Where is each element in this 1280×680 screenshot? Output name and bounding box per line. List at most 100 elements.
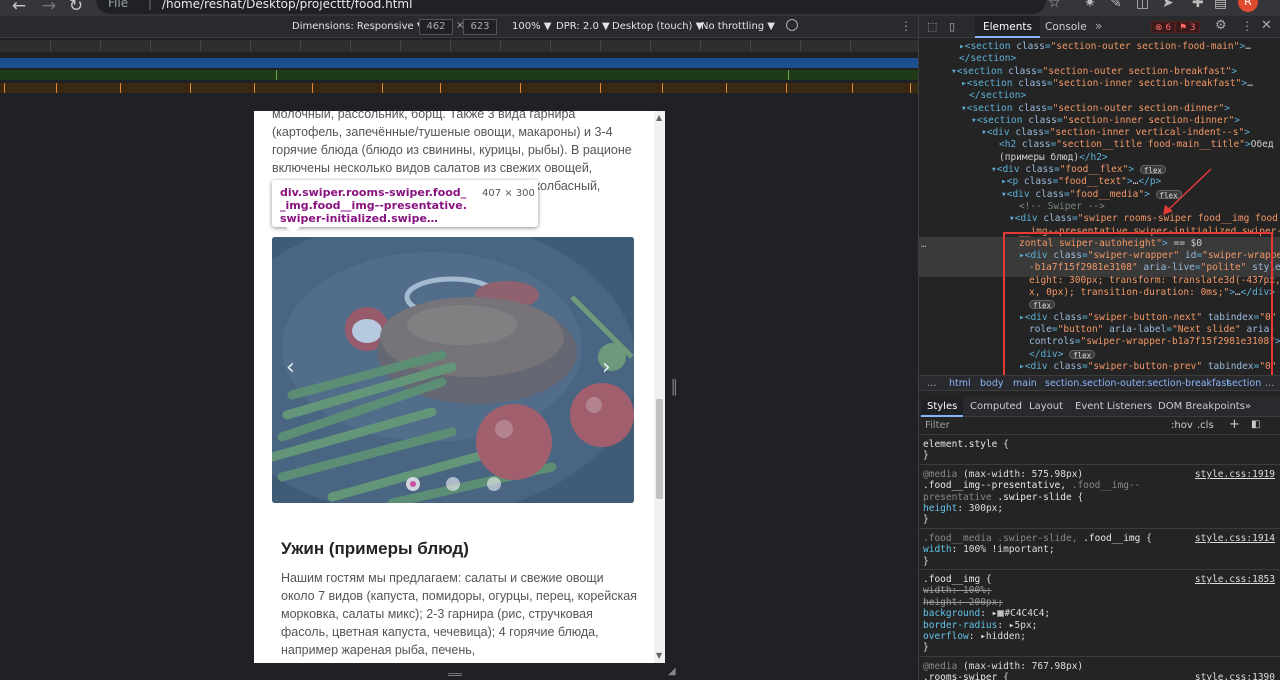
puzzle-icon[interactable]: ✚ [1192,0,1204,11]
resize-handle-corner[interactable]: ◢ [668,666,676,677]
tab-console[interactable]: Console [1037,16,1095,38]
inspect-element-icon[interactable]: ⬚ [927,20,937,33]
resize-handle-bottom[interactable]: ═══ [448,670,462,680]
stylesheet-link[interactable]: style.css:1853 [1195,574,1275,585]
tab-event-listeners[interactable]: Event Listeners [1069,397,1158,417]
css-rule-line[interactable]: .rooms-swiper { [923,672,1009,680]
media-query-bar-orange[interactable] [0,83,918,93]
breadcrumb-body[interactable]: body [980,378,1004,389]
css-rule-line[interactable]: .food__img--presentative, .food__img-- [923,480,1140,491]
breadcrumb-html[interactable]: html [949,378,971,389]
css-rule-line[interactable]: @media (max-width: 575.98px) [923,469,1083,480]
dom-node-line[interactable]: ▾<div class="food__flex"> flex [919,164,1280,176]
more-styles-tabs-icon[interactable]: » [1239,397,1257,417]
media-query-bar-blue[interactable] [0,58,918,68]
tab-layout[interactable]: Layout [1023,397,1069,417]
css-rule-line[interactable]: .food__img { [923,574,992,585]
warning-count-badge[interactable]: ⚑ 3 [1175,21,1200,33]
error-count-badge[interactable]: ⊗ 6 [1151,21,1176,33]
dom-node-line[interactable]: ▾<section class="section-inner section-d… [919,115,1280,127]
throttling-dropdown[interactable]: No throttling ▼ [701,21,775,32]
media-query-bar-gray[interactable] [0,40,918,52]
css-rule-line[interactable]: } [923,450,929,461]
toggle-sidebar-icon[interactable]: ◧ [1251,419,1260,430]
css-rule-line[interactable]: height: 300px; [923,503,1003,514]
class-toggle[interactable]: .cls [1197,420,1214,431]
profile-sync-icon[interactable]: ▤ [1214,0,1227,11]
css-rule-line[interactable]: overflow: ▸hidden; [923,631,1026,642]
bookmark-star-icon[interactable]: ☆ [1048,0,1061,11]
avatar[interactable]: R [1238,0,1258,12]
extension-icon[interactable]: ◫ [1136,0,1149,11]
device-toggle-icon[interactable]: ▯ [949,20,955,33]
dom-node-line[interactable]: ▾<div class="section-inner vertical-inde… [919,127,1280,139]
extension-pen-icon[interactable]: ✎ [1110,0,1122,11]
css-rule-line[interactable]: height: 200px; [923,597,1003,608]
width-input[interactable]: 462 [419,19,453,35]
dom-node-line[interactable]: ▸<section class="section-inner section-b… [919,78,1280,90]
tab-dom-breakpoints[interactable]: DOM Breakpoints [1152,397,1251,417]
resize-handle-right[interactable]: ║ [670,380,678,396]
more-options-icon[interactable]: ⋮ [900,19,912,33]
extension-arrow-icon[interactable]: ➤ [1162,0,1174,11]
food-image-slider[interactable]: ‹ › [272,237,634,503]
dpr-dropdown[interactable]: DPR: 2.0 ▼ [556,21,610,32]
extension-gear-icon[interactable]: ✷ [1084,0,1096,11]
settings-gear-icon[interactable]: ⚙ [1215,18,1227,33]
breadcrumb-ellipsis[interactable]: … [927,378,937,389]
dom-node-line[interactable]: </section> [919,53,1280,65]
css-rule-line[interactable]: background: ▸ #C4C4C4; [923,608,1050,619]
hover-state-toggle[interactable]: :hov [1171,420,1193,431]
height-input[interactable]: 623 [463,19,497,35]
css-rule-line[interactable]: } [923,642,929,653]
css-rule-line[interactable]: width: 100% !important; [923,544,1055,555]
breadcrumb-section[interactable]: section [1227,378,1261,389]
stylesheet-link[interactable]: style.css:1390 [1195,672,1275,680]
css-rule-line[interactable]: @media (max-width: 767.98px) [923,661,1083,672]
dom-node-line[interactable]: ▸<section class="section-outer section-f… [919,41,1280,53]
reload-icon[interactable]: ↻ [67,0,85,16]
devtools-menu-icon[interactable]: ⋮ [1241,19,1253,33]
css-rule-line[interactable]: width: 100%; [923,585,992,596]
tab-styles[interactable]: Styles [921,397,964,417]
slider-next-button[interactable]: › [602,355,611,380]
dom-node-line[interactable]: ▸<p class="food__text">…</p> [919,176,1280,188]
stylesheet-link[interactable]: style.css:1919 [1195,469,1275,480]
dom-node-line[interactable]: ▾<div class="food__media"> flex [919,189,1280,201]
css-rule-line[interactable]: .food__media .swiper-slide, .food__img { [923,533,1152,544]
dom-node-line[interactable]: ▾<section class="section-outer section-b… [919,66,1280,78]
zoom-dropdown[interactable]: 100% ▼ [512,21,551,32]
dom-node-line[interactable]: ▾<section class="section-outer section-d… [919,103,1280,115]
scroll-down-icon[interactable]: ▼ [656,651,662,660]
slider-prev-button[interactable]: ‹ [286,355,295,380]
device-type-dropdown[interactable]: Desktop (touch) ▼ [612,21,703,32]
elements-tree[interactable]: … ▸<section class="section-outer section… [919,39,1280,375]
tab-elements[interactable]: Elements [975,16,1040,38]
pagination-dot-active[interactable] [406,477,420,491]
dom-node-line[interactable]: ▾<div class="swiper rooms-swiper food__i… [919,213,1280,225]
styles-filter-input[interactable]: Filter [925,420,950,431]
dom-node-line[interactable]: </section> [919,90,1280,102]
css-rule-line[interactable]: presentative .swiper-slide { [923,492,1083,503]
dom-node-line[interactable]: <h2 class="section__title food-main__tit… [919,139,1280,151]
pagination-dot[interactable] [487,477,501,491]
css-rule-line[interactable]: border-radius: ▸5px; [923,620,1037,631]
forward-arrow-icon[interactable]: → [40,0,58,16]
dimensions-dropdown[interactable]: Dimensions: Responsive ▼ [292,21,425,32]
page-scrollbar[interactable]: ▲ ▼ [654,111,665,663]
dom-node-line[interactable]: <!-- Swiper --> [919,201,1280,213]
dom-node-line[interactable]: (примеры блюд)</h2> [919,152,1280,164]
css-rule-line[interactable]: } [923,556,929,567]
breadcrumb-section-breakfast[interactable]: section.section-outer.section-breakfast [1045,378,1230,389]
close-icon[interactable]: ✕ [1261,18,1272,33]
more-tabs-icon[interactable]: » [1095,19,1102,33]
styles-rules-pane[interactable]: element.style {} @media (max-width: 575.9… [919,435,1280,680]
pagination-dot[interactable] [446,477,460,491]
rotate-icon[interactable] [786,19,798,31]
breadcrumb-main[interactable]: main [1013,378,1037,389]
stylesheet-link[interactable]: style.css:1914 [1195,533,1275,544]
new-rule-button[interactable]: + [1229,417,1240,432]
scroll-up-icon[interactable]: ▲ [656,113,662,122]
tab-computed[interactable]: Computed [964,397,1028,417]
css-rule-line[interactable]: element.style { [923,439,1009,450]
